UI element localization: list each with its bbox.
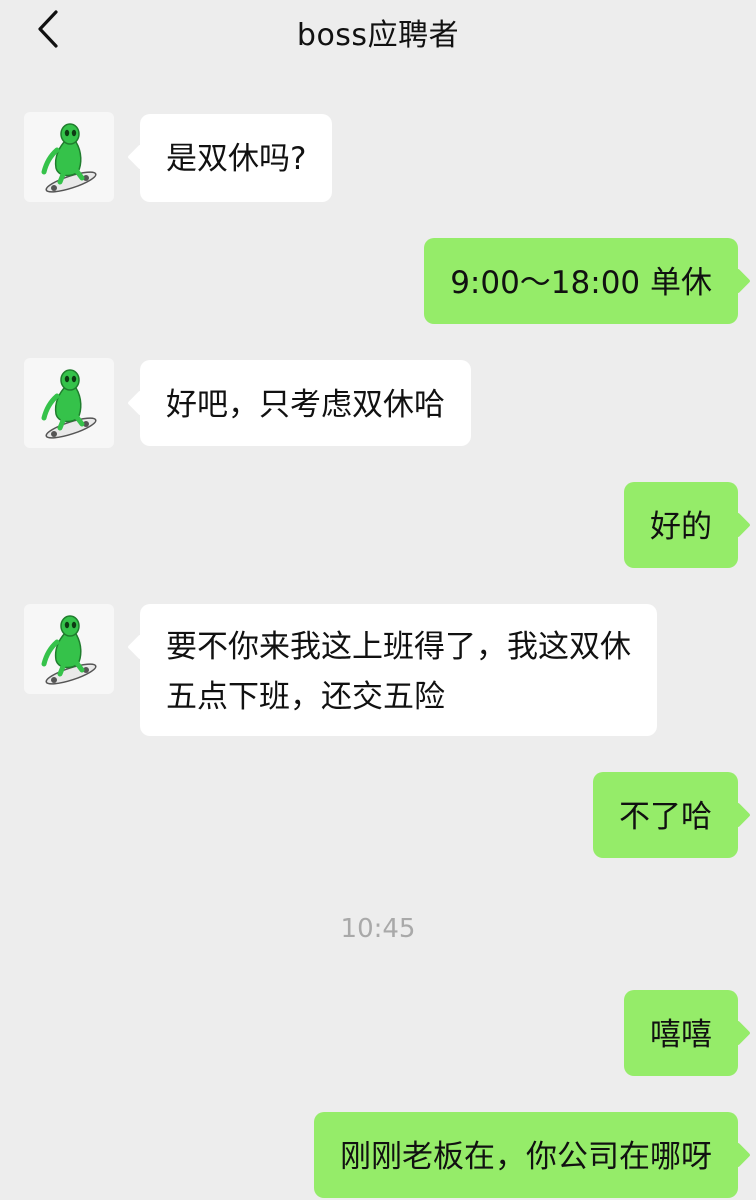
alien-skateboard-avatar-icon: [41, 615, 97, 685]
message-bubble-outgoing[interactable]: 不了哈: [593, 772, 738, 858]
message-text-line-1: 要不你来我这上班得了，我这双休: [166, 629, 631, 665]
page-title: boss应聘者: [296, 18, 460, 53]
message-text: 刚刚老板在，你公司在哪呀: [340, 1139, 712, 1175]
contact-avatar[interactable]: [24, 112, 114, 202]
message-text: 好的: [650, 509, 712, 545]
message-bubble-outgoing[interactable]: 9:00～18:00 单休: [424, 238, 738, 324]
message-text-line-2: 五点下班，还交五险: [166, 679, 445, 715]
message-text: 9:00～18:00 单休: [450, 265, 712, 301]
message-bubble-incoming[interactable]: 要不你来我这上班得了，我这双休 五点下班，还交五险: [140, 604, 657, 736]
message-text: 好吧，只考虑双休哈: [166, 387, 445, 423]
alien-skateboard-avatar-icon: [41, 369, 97, 439]
alien-skateboard-avatar-icon: [41, 123, 97, 193]
chat-header: boss应聘者: [0, 0, 756, 64]
message-bubble-incoming[interactable]: 好吧，只考虑双休哈: [140, 360, 471, 446]
contact-avatar[interactable]: [24, 604, 114, 694]
message-bubble-outgoing[interactable]: 好的: [624, 482, 738, 568]
contact-avatar[interactable]: [24, 358, 114, 448]
message-list[interactable]: 是双休吗? 9:00～18:00 单休 好吧，只考虑双休哈 好的 要不你来我这上…: [0, 64, 756, 1200]
message-bubble-incoming[interactable]: 是双休吗?: [140, 114, 333, 202]
message-bubble-outgoing[interactable]: 刚刚老板在，你公司在哪呀: [314, 1112, 738, 1198]
message-text: 不了哈: [619, 799, 712, 835]
message-text: 是双休吗?: [166, 141, 307, 177]
message-bubble-outgoing[interactable]: 嘻嘻: [624, 990, 738, 1076]
message-text: 嘻嘻: [650, 1017, 712, 1053]
message-timestamp: 10:45: [340, 914, 416, 944]
